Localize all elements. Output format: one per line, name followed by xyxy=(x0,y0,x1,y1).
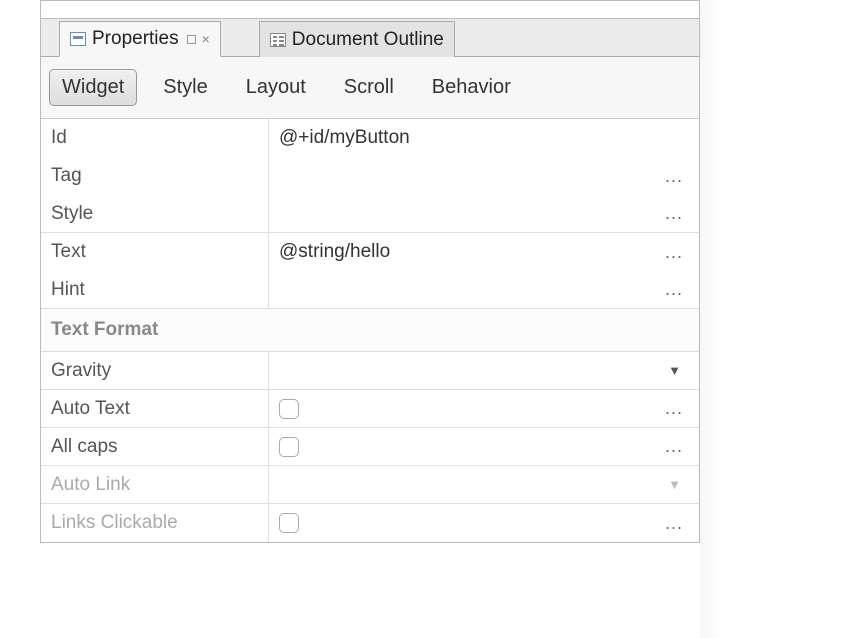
more-hint[interactable]: ... xyxy=(665,279,689,300)
value-autotext[interactable]: ... xyxy=(269,390,699,427)
outline-icon xyxy=(270,33,286,47)
widget-button[interactable]: Widget xyxy=(49,69,137,106)
label-autolink: Auto Link xyxy=(41,466,269,503)
more-text[interactable]: ... xyxy=(665,242,689,263)
row-id: Id @+id/myButton xyxy=(41,119,699,157)
label-allcaps: All caps xyxy=(41,428,269,465)
row-autolink: Auto Link ▼ xyxy=(41,466,699,504)
minimize-icon[interactable] xyxy=(187,35,196,44)
text-text: @string/hello xyxy=(279,241,390,263)
value-autolink[interactable]: ▼ xyxy=(269,466,699,503)
row-text: Text @string/hello ... xyxy=(41,233,699,271)
panel-top-spacer xyxy=(41,1,699,19)
more-linksclickable[interactable]: ... xyxy=(665,513,689,534)
tab-document-outline[interactable]: Document Outline xyxy=(259,21,455,57)
row-allcaps: All caps ... xyxy=(41,428,699,466)
row-style: Style ... xyxy=(41,195,699,233)
id-text: @+id/myButton xyxy=(279,127,410,149)
tab-properties[interactable]: Properties × xyxy=(59,21,221,57)
property-category-toolbar: Widget Style Layout Scroll Behavior xyxy=(41,57,699,119)
close-icon[interactable]: × xyxy=(202,31,210,47)
value-style[interactable]: ... xyxy=(269,195,699,232)
value-linksclickable[interactable]: ... xyxy=(269,504,699,542)
value-tag[interactable]: ... xyxy=(269,157,699,195)
property-grid: Id @+id/myButton Tag ... Style ... Text … xyxy=(41,119,699,542)
behavior-button[interactable]: Behavior xyxy=(420,70,523,105)
style-button[interactable]: Style xyxy=(151,70,219,105)
label-linksclickable: Links Clickable xyxy=(41,504,269,542)
value-allcaps[interactable]: ... xyxy=(269,428,699,465)
more-style[interactable]: ... xyxy=(665,203,689,224)
scroll-button[interactable]: Scroll xyxy=(332,70,406,105)
label-tag: Tag xyxy=(41,157,269,195)
dropdown-icon[interactable]: ▼ xyxy=(668,363,689,378)
more-tag[interactable]: ... xyxy=(665,166,689,187)
tab-properties-label: Properties xyxy=(92,28,179,50)
properties-panel: Properties × Document Outline Widget Sty… xyxy=(40,0,700,543)
row-tag: Tag ... xyxy=(41,157,699,195)
value-hint[interactable]: ... xyxy=(269,271,699,308)
label-text: Text xyxy=(41,233,269,271)
tab-outline-label: Document Outline xyxy=(292,29,444,51)
value-id[interactable]: @+id/myButton xyxy=(269,119,699,157)
checkbox-autotext[interactable] xyxy=(279,399,299,419)
label-autotext: Auto Text xyxy=(41,390,269,427)
right-shadow xyxy=(700,0,720,638)
row-gravity: Gravity ▼ xyxy=(41,352,699,390)
value-text[interactable]: @string/hello ... xyxy=(269,233,699,271)
section-text-format: Text Format xyxy=(41,309,699,352)
dropdown-icon-autolink[interactable]: ▼ xyxy=(668,477,689,492)
label-gravity: Gravity xyxy=(41,352,269,389)
row-linksclickable: Links Clickable ... xyxy=(41,504,699,542)
tab-bar: Properties × Document Outline xyxy=(41,19,699,57)
more-allcaps[interactable]: ... xyxy=(665,436,689,457)
checkbox-allcaps[interactable] xyxy=(279,437,299,457)
row-hint: Hint ... xyxy=(41,271,699,309)
properties-icon xyxy=(70,32,86,46)
layout-button[interactable]: Layout xyxy=(234,70,318,105)
label-style: Style xyxy=(41,195,269,232)
label-hint: Hint xyxy=(41,271,269,308)
value-gravity[interactable]: ▼ xyxy=(269,352,699,389)
row-autotext: Auto Text ... xyxy=(41,390,699,428)
label-id: Id xyxy=(41,119,269,157)
checkbox-linksclickable[interactable] xyxy=(279,513,299,533)
more-autotext[interactable]: ... xyxy=(665,398,689,419)
